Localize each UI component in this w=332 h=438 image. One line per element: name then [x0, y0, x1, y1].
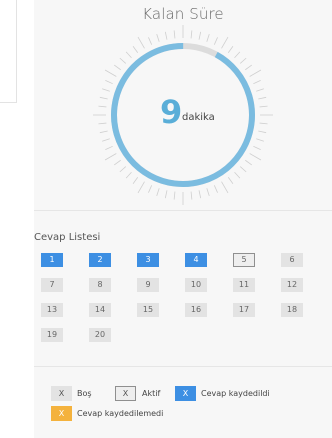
timer-tick — [132, 45, 139, 53]
legend-unsaved-label: Cevap kaydedilemedi — [77, 409, 164, 418]
timer-tick — [239, 57, 247, 64]
timer-tick — [99, 130, 108, 134]
timer-tick — [98, 122, 107, 125]
answer-cell[interactable]: 5 — [233, 253, 255, 267]
timer-tick — [156, 188, 160, 196]
timer-tick — [148, 185, 153, 193]
answer-cell[interactable]: 7 — [41, 278, 63, 292]
timer-tick — [104, 153, 117, 161]
timer-tick — [98, 105, 107, 108]
answer-cell[interactable]: 14 — [89, 303, 111, 317]
answer-cell[interactable]: 13 — [41, 303, 63, 317]
time-remaining-value: 9 — [160, 93, 183, 131]
answer-cell[interactable]: 11 — [233, 278, 255, 292]
time-remaining-unit: dakika — [182, 112, 215, 123]
timer-tick — [164, 31, 168, 40]
timer-tick — [206, 188, 210, 196]
timer-tick — [239, 166, 247, 173]
timer-tick — [221, 181, 229, 194]
timer-tick — [227, 177, 234, 185]
timer-tick — [164, 190, 168, 199]
timer-tick — [105, 145, 113, 150]
timer-tick — [234, 171, 241, 179]
timer-tick — [213, 185, 218, 193]
left-card — [0, 0, 17, 103]
legend-saved-label: Cevap kaydedildi — [201, 389, 270, 398]
timer-tick — [245, 159, 253, 166]
timer-tick — [256, 88, 264, 92]
legend-unsaved-box: X — [51, 406, 72, 421]
answer-grid: 1 2 3 4 5 6 7 8 9 10 11 12 13 14 15 16 17 18 19 20 — [41, 253, 331, 343]
answer-cell[interactable]: 8 — [89, 278, 111, 292]
answer-cell[interactable]: 10 — [185, 278, 207, 292]
timer-tick — [148, 37, 153, 45]
timer-tick — [132, 177, 139, 185]
timer-tick — [234, 51, 241, 59]
timer-tick — [198, 190, 202, 199]
timer-tick — [206, 34, 210, 42]
exam-side-panel: Kalan Süre 9 dakika Cevap Listesi 123456… — [34, 0, 332, 438]
timer-tick — [256, 138, 264, 142]
answer-cell[interactable]: 2 — [89, 253, 111, 267]
timer-tick — [173, 30, 176, 39]
timer-tick — [221, 36, 229, 49]
answer-cell[interactable]: 4 — [185, 253, 207, 267]
answer-cell[interactable]: 15 — [137, 303, 159, 317]
timer-tick — [119, 57, 127, 64]
answer-cell[interactable]: 6 — [281, 253, 303, 267]
legend-active-box: X — [115, 386, 136, 401]
timer-tick — [104, 69, 117, 77]
legend: X Boş X Aktif X Cevap kaydedildi X Cevap… — [49, 386, 329, 426]
divider — [34, 366, 332, 367]
answer-cell[interactable]: 3 — [137, 253, 159, 267]
timer-tick — [102, 88, 110, 92]
timer-tick — [113, 64, 121, 71]
timer-ring — [93, 25, 273, 205]
timer-tick — [249, 69, 262, 77]
timer-tick — [253, 80, 261, 85]
answer-list-title: Cevap Listesi — [34, 232, 101, 243]
answer-cell[interactable]: 1 — [41, 253, 63, 267]
timer-tick — [227, 45, 234, 53]
timer-tick — [119, 166, 127, 173]
legend-saved-box: X — [175, 386, 196, 401]
timer-tick — [258, 96, 267, 100]
legend-active-label: Aktif — [142, 389, 161, 398]
legend-empty-box: X — [51, 386, 72, 401]
timer-tick — [125, 51, 132, 59]
timer-tick — [245, 64, 253, 71]
answer-cell[interactable]: 18 — [281, 303, 303, 317]
timer-tick — [102, 138, 110, 142]
timer-tick — [105, 80, 113, 85]
answer-cell[interactable]: 20 — [89, 328, 111, 342]
timer-tick — [137, 36, 145, 49]
timer-tick — [125, 171, 132, 179]
timer-tick — [258, 130, 267, 134]
timer-tick — [253, 145, 261, 150]
timer-tick — [259, 122, 268, 125]
legend-empty-label: Boş — [77, 389, 92, 398]
answer-cell[interactable]: 19 — [41, 328, 63, 342]
timer-tick — [113, 159, 121, 166]
timer-tick — [198, 31, 202, 40]
timer-tick — [259, 105, 268, 108]
timer-tick — [249, 153, 262, 161]
answer-cell[interactable]: 16 — [185, 303, 207, 317]
timer-tick — [173, 191, 176, 200]
timer-tick — [190, 30, 193, 39]
answer-cell[interactable]: 12 — [281, 278, 303, 292]
left-rail — [0, 0, 34, 438]
timer-tick — [190, 191, 193, 200]
timer-tick — [156, 34, 160, 42]
divider — [34, 210, 332, 211]
timer-tick — [99, 96, 108, 100]
timer-tick — [137, 181, 145, 194]
answer-cell[interactable]: 17 — [233, 303, 255, 317]
answer-cell[interactable]: 9 — [137, 278, 159, 292]
timer-tick — [213, 37, 218, 45]
